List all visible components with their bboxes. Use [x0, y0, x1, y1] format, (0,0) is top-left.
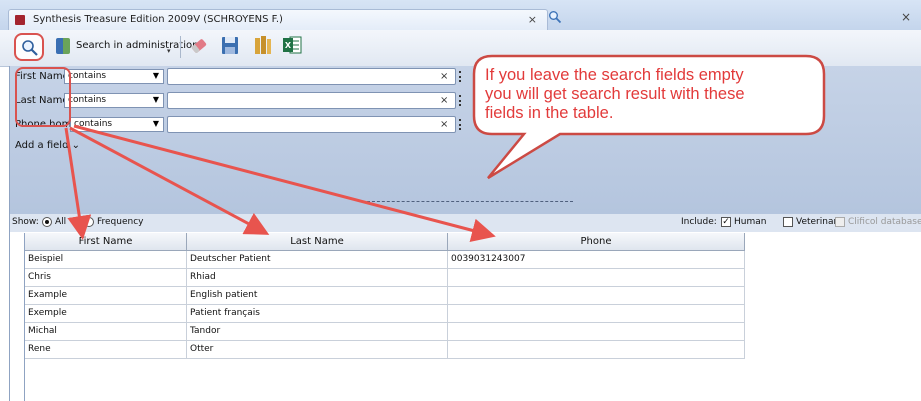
operator-value: contains	[68, 95, 107, 105]
show-frequency-label: Frequency	[97, 217, 144, 227]
include-human-label: Human	[734, 217, 767, 227]
cell-first-name[interactable]: Beispiel	[25, 251, 187, 269]
callout-line: you will get search result with these	[485, 85, 745, 103]
options-bar: Show: All Frequency Include: ✓ Human Vet…	[9, 214, 921, 232]
cell-last-name[interactable]: Patient français	[187, 305, 448, 323]
show-label: Show:	[12, 217, 39, 227]
dropdown-caret-icon: ▼	[152, 71, 159, 80]
cell-last-name[interactable]: Tandor	[187, 323, 448, 341]
cell-last-name[interactable]: Rhiad	[187, 269, 448, 287]
include-human-checkbox[interactable]: ✓	[721, 217, 731, 227]
callout-text: If you leave the search fields empty you…	[485, 66, 815, 123]
panel-splitter[interactable]	[367, 201, 573, 202]
search-in-administration-button[interactable]: Search in administration ▾	[56, 34, 198, 60]
cell-phone[interactable]	[448, 305, 745, 323]
save-icon	[222, 37, 238, 54]
include-label: Include:	[681, 217, 717, 227]
callout-line: fields in the table.	[485, 104, 614, 122]
column-header-last-name[interactable]: Last Name	[187, 233, 448, 251]
dropdown-caret-icon: ▼	[152, 95, 159, 104]
first-name-input[interactable]	[167, 68, 456, 85]
save-button[interactable]	[220, 34, 240, 60]
document-tab[interactable]: Synthesis Treasure Edition 2009V (SCHROY…	[8, 9, 548, 31]
eraser-icon	[191, 39, 207, 53]
column-header-first-name[interactable]: First Name	[25, 233, 187, 251]
include-clificol-checkbox	[835, 217, 845, 227]
row-handle-icon[interactable]	[459, 71, 463, 82]
phone-home-operator-select[interactable]: contains ▼	[70, 117, 164, 132]
clear-last-name-icon[interactable]: ×	[440, 95, 448, 106]
results-table: First Name Last Name Phone Beispiel Deut…	[24, 233, 921, 401]
cell-last-name[interactable]: English patient	[187, 287, 448, 305]
cell-first-name[interactable]: Rene	[25, 341, 187, 359]
search-icon	[22, 40, 38, 56]
toolbar: Search in administration ▾ X	[0, 30, 921, 67]
cell-last-name[interactable]: Otter	[187, 341, 448, 359]
app-window: Synthesis Treasure Edition 2009V (SCHROY…	[0, 0, 921, 401]
include-clificol-label: Clificol database	[848, 217, 921, 227]
library-button[interactable]	[252, 34, 274, 60]
cell-phone[interactable]: 0039031243007	[448, 251, 745, 269]
clear-phone-home-icon[interactable]: ×	[440, 119, 448, 130]
first-name-operator-select[interactable]: contains ▼	[64, 69, 164, 84]
dropdown-caret-icon: ▼	[152, 119, 159, 128]
phone-home-input[interactable]	[167, 116, 456, 133]
show-all-label: All	[55, 217, 67, 227]
books-icon	[255, 36, 271, 54]
chevron-down-icon: ▾	[167, 47, 171, 55]
toolbar-divider	[180, 36, 181, 58]
cell-first-name[interactable]: Exemple	[25, 305, 187, 323]
column-header-phone[interactable]: Phone	[448, 233, 745, 251]
operator-value: contains	[74, 119, 113, 129]
tab-close-icon[interactable]: ×	[528, 13, 537, 26]
cell-last-name[interactable]: Deutscher Patient	[187, 251, 448, 269]
row-handle-icon[interactable]	[459, 119, 463, 130]
show-frequency-radio[interactable]	[84, 217, 94, 227]
annotation-highlight-box	[15, 67, 71, 127]
administration-icon	[56, 38, 70, 54]
excel-icon: X	[283, 36, 302, 54]
title-bar: Synthesis Treasure Edition 2009V (SCHROY…	[0, 0, 921, 31]
export-excel-button[interactable]: X	[282, 34, 302, 60]
last-name-input[interactable]	[167, 92, 456, 109]
window-title: Synthesis Treasure Edition 2009V (SCHROY…	[33, 14, 283, 25]
cell-phone[interactable]	[448, 323, 745, 341]
cell-first-name[interactable]: Chris	[25, 269, 187, 287]
cell-phone[interactable]	[448, 341, 745, 359]
callout-line: If you leave the search fields empty	[485, 66, 744, 84]
cell-phone[interactable]	[448, 287, 745, 305]
clear-first-name-icon[interactable]: ×	[440, 71, 448, 82]
show-all-radio[interactable]	[42, 217, 52, 227]
window-close-icon[interactable]: ×	[901, 10, 911, 24]
add-field-link[interactable]: Add a field ⌄	[15, 140, 80, 151]
cell-phone[interactable]	[448, 269, 745, 287]
clear-button[interactable]	[188, 34, 210, 60]
search-button[interactable]	[14, 33, 44, 61]
cell-first-name[interactable]: Michal	[25, 323, 187, 341]
include-veterinary-checkbox[interactable]	[783, 217, 793, 227]
app-logo-icon	[15, 15, 25, 25]
new-search-tab-icon[interactable]	[548, 10, 562, 24]
operator-value: contains	[68, 71, 107, 81]
frame-border	[9, 214, 10, 401]
row-handle-icon[interactable]	[459, 95, 463, 106]
svg-text:X: X	[285, 41, 292, 50]
cell-first-name[interactable]: Example	[25, 287, 187, 305]
last-name-operator-select[interactable]: contains ▼	[64, 93, 164, 108]
